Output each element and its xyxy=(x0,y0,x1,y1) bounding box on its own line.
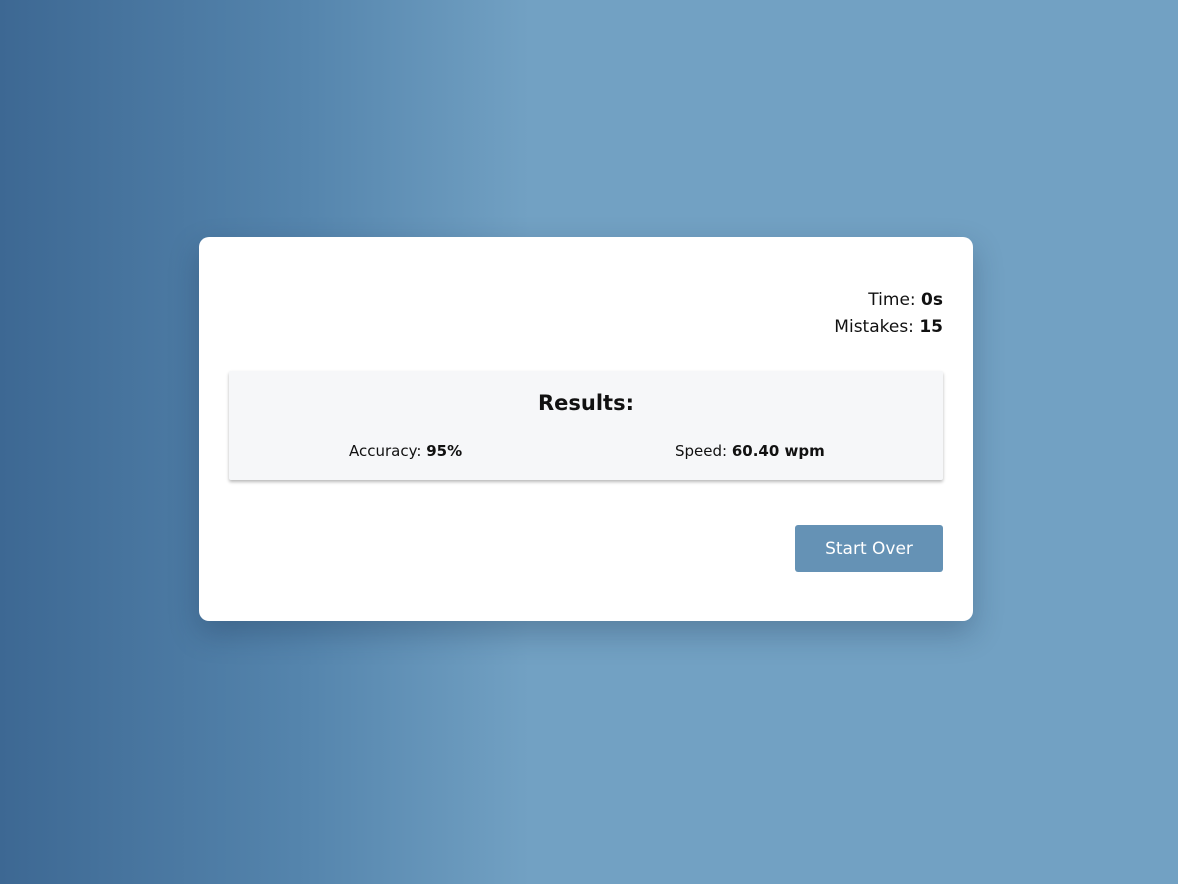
mistakes-value: 15 xyxy=(919,317,943,337)
accuracy-value: 95% xyxy=(426,442,463,460)
speed-label: Speed: xyxy=(675,442,728,460)
time-label: Time: xyxy=(868,290,916,310)
time-stat: Time: 0s xyxy=(834,287,943,314)
results-title: Results: xyxy=(538,391,634,415)
speed-value: 60.40 wpm xyxy=(731,442,825,460)
results-panel: Results: Accuracy: 95% Speed: 60.40 wpm xyxy=(229,371,943,480)
speed-result: Speed: 60.40 wpm xyxy=(675,442,825,460)
typing-test-card: Time: 0s Mistakes: 15 Results: Accuracy:… xyxy=(199,237,973,621)
time-value: 0s xyxy=(921,290,943,310)
start-over-button[interactable]: Start Over xyxy=(795,525,943,572)
stats-panel: Time: 0s Mistakes: 15 xyxy=(834,287,943,341)
accuracy-label: Accuracy: xyxy=(349,442,422,460)
accuracy-result: Accuracy: 95% xyxy=(349,442,462,460)
mistakes-stat: Mistakes: 15 xyxy=(834,314,943,341)
mistakes-label: Mistakes: xyxy=(834,317,914,337)
